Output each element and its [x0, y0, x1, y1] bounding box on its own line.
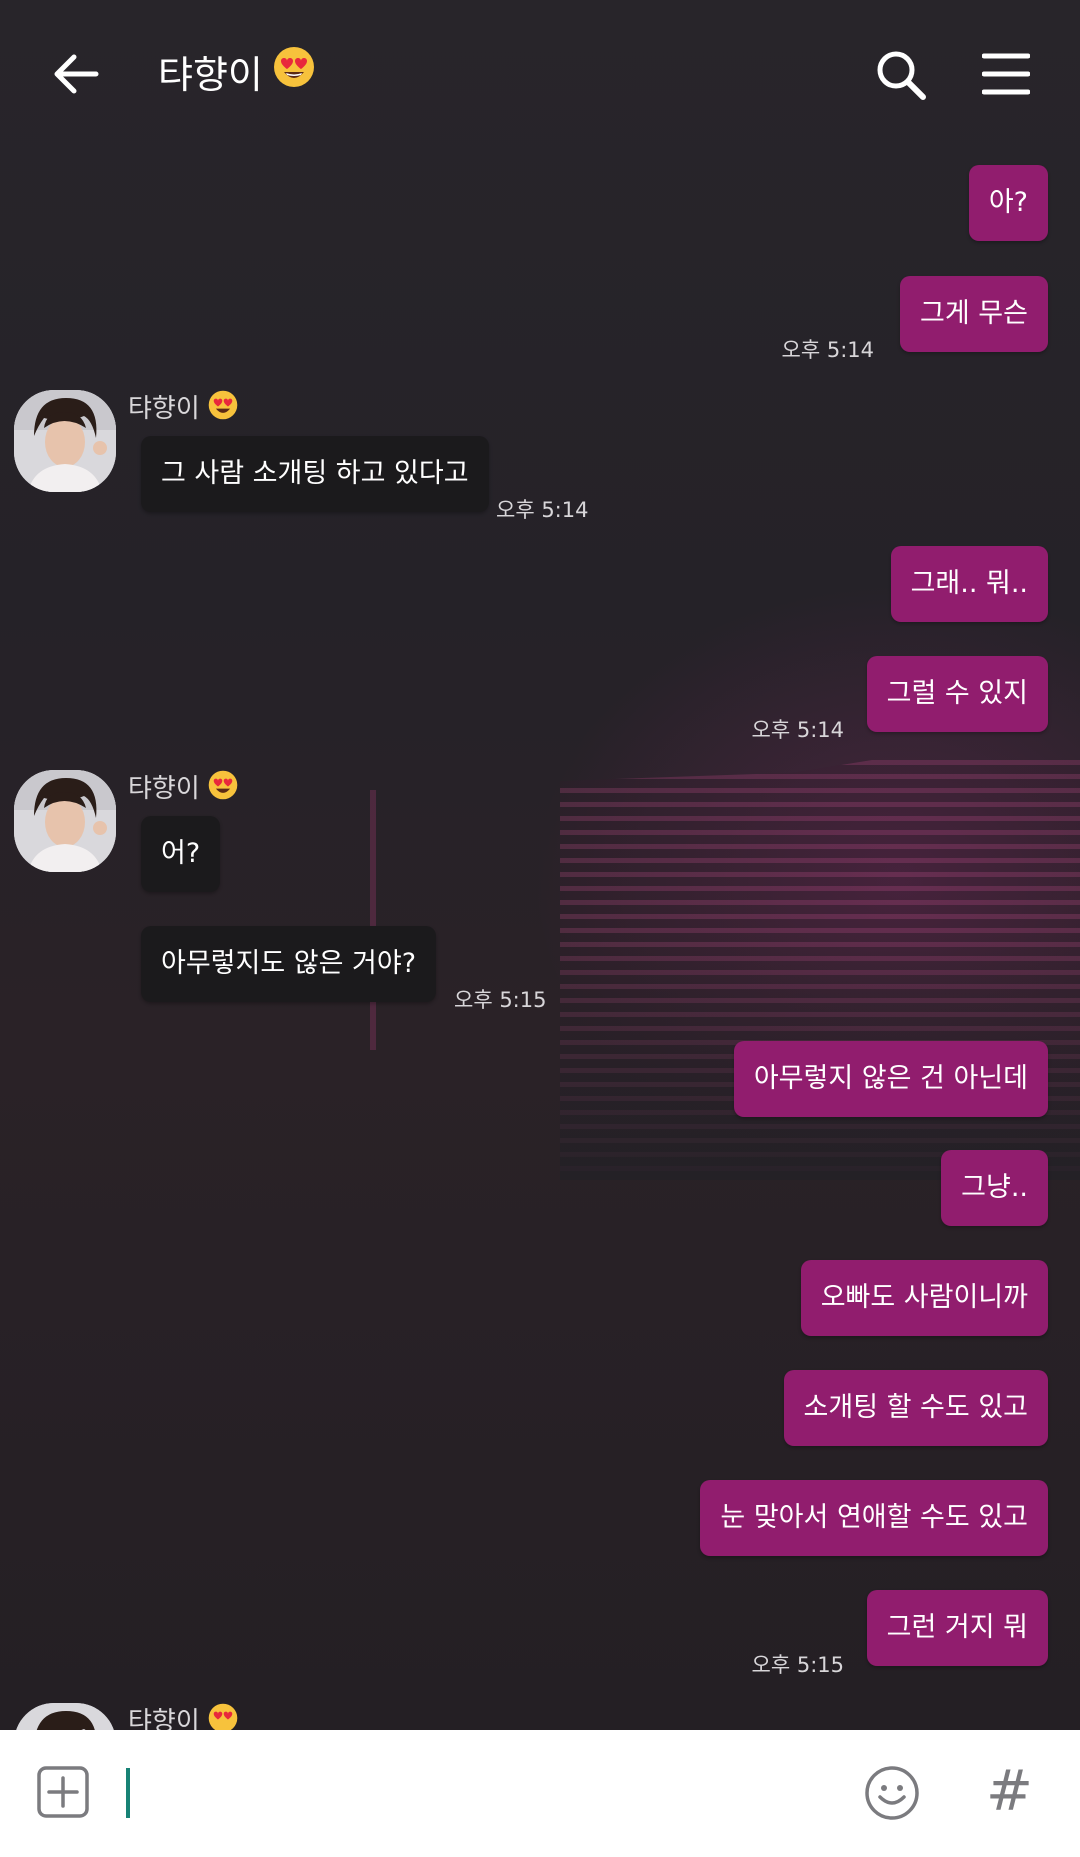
message-text: 그럴 수 있지	[886, 678, 1028, 709]
contact-avatar[interactable]	[14, 770, 116, 872]
background-shade	[560, 760, 1080, 1180]
message-text: 그냥..	[961, 1172, 1028, 1203]
message-input-bar: #	[0, 1730, 1080, 1857]
message-text: 그 사람 소개팅 하고 있다고	[161, 458, 469, 489]
outgoing-message-bubble[interactable]: 그럴 수 있지	[866, 656, 1048, 732]
incoming-message-bubble[interactable]: 어?	[141, 816, 221, 892]
heart-eyes-emoji-icon	[273, 46, 315, 103]
plus-box-icon[interactable]	[36, 1765, 90, 1819]
outgoing-message-bubble[interactable]: 그런 거지 뭐	[866, 1590, 1048, 1666]
outgoing-message-bubble[interactable]: 그냥..	[941, 1150, 1048, 1226]
message-text: 그런 거지 뭐	[886, 1612, 1028, 1643]
outgoing-message-bubble[interactable]: 그래.. 뭐..	[890, 546, 1048, 622]
outgoing-message-bubble[interactable]: 소개팅 할 수도 있고	[783, 1370, 1048, 1446]
message-text: 아무렇지도 않은 거야?	[161, 948, 417, 979]
message-timestamp: 오후 5:15	[454, 988, 547, 1012]
text-cursor	[126, 1768, 130, 1818]
sender-name: 탸향이	[128, 770, 238, 808]
incoming-message-bubble[interactable]: 아무렇지도 않은 거야?	[141, 926, 437, 1002]
chat-title: 탸향이	[158, 46, 315, 103]
incoming-message-bubble[interactable]: 그 사람 소개팅 하고 있다고	[141, 436, 489, 512]
chat-header: 탸향이	[0, 0, 1080, 150]
heart-eyes-emoji-icon	[208, 770, 238, 808]
message-text: 소개팅 할 수도 있고	[803, 1392, 1028, 1423]
outgoing-message-bubble[interactable]: 아?	[968, 165, 1048, 241]
message-text: 눈 맞아서 연애할 수도 있고	[720, 1502, 1028, 1533]
background-pole	[370, 790, 376, 1050]
outgoing-message-bubble[interactable]: 눈 맞아서 연애할 수도 있고	[700, 1480, 1048, 1556]
message-text: 아?	[988, 187, 1028, 218]
message-text: 어?	[161, 838, 201, 869]
message-text: 그래.. 뭐..	[910, 568, 1028, 599]
sender-name: 탸향이	[128, 390, 238, 428]
message-timestamp: 오후 5:14	[781, 338, 874, 362]
message-text: 아무렇지 않은 건 아닌데	[753, 1063, 1028, 1094]
smiley-icon[interactable]	[864, 1765, 920, 1821]
outgoing-message-bubble[interactable]: 그게 무슨	[900, 276, 1048, 352]
message-timestamp: 오후 5:15	[751, 1653, 844, 1677]
message-text: 오빠도 사람이니까	[820, 1282, 1028, 1313]
sender-name-text: 탸향이	[128, 774, 200, 804]
back-arrow-icon[interactable]	[50, 48, 102, 100]
search-icon[interactable]	[874, 48, 928, 102]
outgoing-message-bubble[interactable]: 아무렇지 않은 건 아닌데	[733, 1041, 1048, 1117]
contact-avatar[interactable]	[14, 390, 116, 492]
hashtag-button[interactable]: #	[986, 1760, 1033, 1824]
message-timestamp: 오후 5:14	[751, 718, 844, 742]
message-timestamp: 오후 5:14	[496, 498, 589, 522]
outgoing-message-bubble[interactable]: 오빠도 사람이니까	[800, 1260, 1048, 1336]
sender-name-text: 탸향이	[128, 394, 200, 424]
message-text: 그게 무슨	[920, 298, 1028, 329]
menu-icon[interactable]	[981, 50, 1031, 98]
heart-eyes-emoji-icon	[208, 390, 238, 428]
message-input[interactable]	[124, 1760, 828, 1826]
chat-title-text: 탸향이	[158, 52, 263, 97]
